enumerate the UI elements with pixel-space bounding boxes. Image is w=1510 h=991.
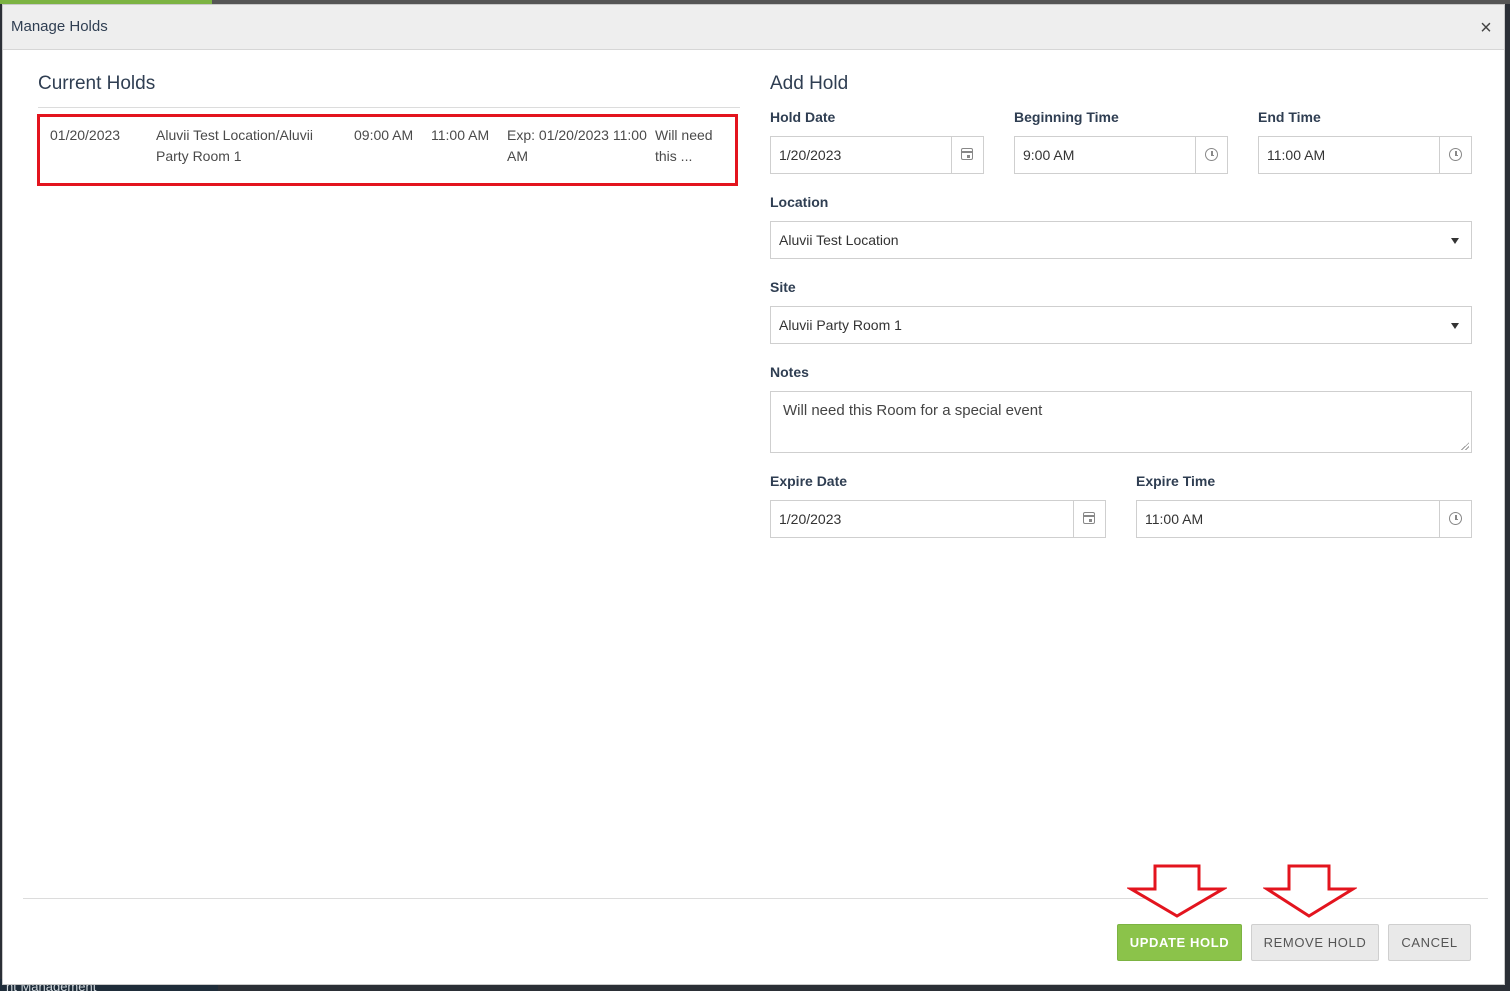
expire-date-label: Expire Date	[770, 473, 848, 489]
resize-handle[interactable]	[1461, 442, 1469, 450]
clock-icon	[1449, 148, 1462, 161]
manage-holds-modal: Manage Holds × Current Holds 01/20/2023 …	[2, 4, 1505, 985]
end-time-picker-button[interactable]	[1439, 137, 1471, 173]
location-value: Aluvii Test Location	[779, 232, 899, 248]
notes-value: Will need this Room for a special event	[783, 402, 1043, 419]
location-label: Location	[770, 194, 829, 210]
beginning-time-field[interactable]: 9:00 AM	[1014, 136, 1228, 174]
current-holds-title: Current Holds	[38, 73, 156, 94]
update-hold-button[interactable]: UPDATE HOLD	[1117, 924, 1242, 961]
site-value: Aluvii Party Room 1	[779, 317, 902, 333]
expire-time-label: Expire Time	[1136, 473, 1216, 489]
cancel-button[interactable]: CANCEL	[1388, 924, 1471, 961]
beginning-time-label: Beginning Time	[1014, 109, 1119, 125]
hold-expires-cell: Exp: 01/20/2023 11:00 AM	[507, 127, 647, 164]
calendar-icon	[961, 148, 973, 160]
hold-date-picker-button[interactable]	[951, 137, 983, 173]
notes-label: Notes	[770, 364, 809, 380]
expire-date-picker-button[interactable]	[1073, 501, 1105, 537]
end-time-value: 11:00 AM	[1267, 147, 1326, 163]
close-icon[interactable]: ×	[1478, 18, 1494, 38]
hold-date-value: 1/20/2023	[779, 147, 842, 163]
expire-time-field[interactable]: 11:00 AM	[1136, 500, 1472, 538]
clock-icon	[1205, 148, 1218, 161]
expire-time-picker-button[interactable]	[1439, 501, 1471, 537]
hold-location-cell: Aluvii Test Location/Aluvii Party Room 1	[156, 127, 313, 164]
hold-end-cell: 11:00 AM	[431, 127, 490, 143]
site-label: Site	[770, 279, 796, 295]
annotation-arrow-down-icon	[1127, 864, 1227, 918]
beginning-time-picker-button[interactable]	[1195, 137, 1227, 173]
expire-date-field[interactable]: 1/20/2023	[770, 500, 1106, 538]
beginning-time-value: 9:00 AM	[1023, 147, 1075, 163]
calendar-icon	[1083, 512, 1095, 524]
modal-header: Manage Holds ×	[3, 5, 1504, 50]
end-time-label: End Time	[1258, 109, 1321, 125]
site-select[interactable]: Aluvii Party Room 1	[770, 306, 1472, 344]
current-holds-divider	[38, 107, 740, 108]
notes-textarea[interactable]: Will need this Room for a special event	[770, 391, 1472, 453]
end-time-field[interactable]: 11:00 AM	[1258, 136, 1472, 174]
chevron-down-icon	[1451, 238, 1459, 244]
modal-title: Manage Holds	[11, 18, 108, 35]
add-hold-title: Add Hold	[770, 73, 849, 94]
hold-date-cell: 01/20/2023	[50, 127, 121, 143]
remove-hold-button[interactable]: REMOVE HOLD	[1251, 924, 1379, 961]
clock-icon	[1449, 512, 1462, 525]
hold-notes-cell: Will need this ...	[655, 127, 713, 164]
expire-date-value: 1/20/2023	[779, 511, 842, 527]
hold-date-field[interactable]: 1/20/2023	[770, 136, 984, 174]
chevron-down-icon	[1451, 323, 1459, 329]
annotation-arrow-down-icon	[1263, 864, 1357, 918]
hold-begin-cell: 09:00 AM	[354, 127, 414, 143]
expire-time-value: 11:00 AM	[1145, 511, 1204, 527]
hold-date-label: Hold Date	[770, 109, 836, 125]
location-select[interactable]: Aluvii Test Location	[770, 221, 1472, 259]
hold-row[interactable]: 01/20/2023 Aluvii Test Location/Aluvii P…	[37, 114, 738, 186]
